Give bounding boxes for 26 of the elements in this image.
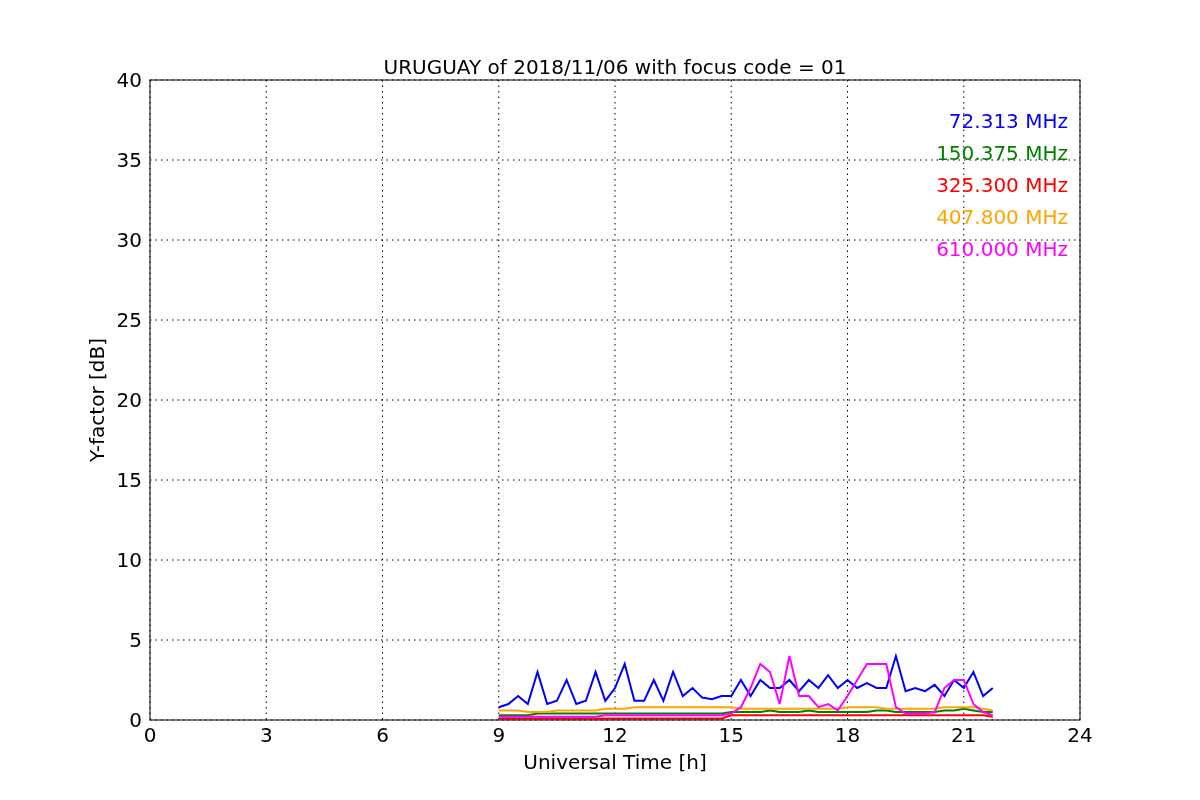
x-tick-label: 9: [492, 723, 506, 747]
x-tick-label: 18: [834, 723, 861, 747]
chart-title: URUGUAY of 2018/11/06 with focus code = 01: [383, 55, 847, 79]
legend-label: 325.300 MHz: [936, 173, 1068, 197]
y-tick-label: 10: [116, 548, 142, 572]
legend-label: 610.000 MHz: [936, 237, 1068, 261]
x-tick-label: 12: [602, 723, 628, 747]
x-tick-label: 6: [376, 723, 389, 747]
y-tick-label: 40: [116, 68, 142, 92]
legend-label: 407.800 MHz: [936, 205, 1068, 229]
x-tick-label: 24: [1067, 723, 1093, 747]
y-tick-label: 25: [116, 308, 142, 332]
x-tick-label: 3: [259, 723, 273, 747]
legend-label: 72.313 MHz: [948, 109, 1068, 133]
legend-label: 150.375 MHz: [936, 141, 1068, 165]
y-tick-label: 0: [129, 708, 142, 732]
y-tick-label: 30: [116, 228, 142, 252]
y-tick-label: 35: [116, 148, 142, 172]
y-tick-label: 15: [116, 468, 142, 492]
y-axis-label: Y-factor [dB]: [85, 338, 109, 462]
x-tick-label: 0: [143, 723, 157, 747]
x-tick-label: 21: [951, 723, 977, 747]
y-tick-label: 5: [129, 628, 142, 652]
x-axis-label: Universal Time [h]: [523, 750, 707, 774]
x-tick-label: 15: [718, 723, 744, 747]
y-tick-label: 20: [116, 388, 142, 412]
